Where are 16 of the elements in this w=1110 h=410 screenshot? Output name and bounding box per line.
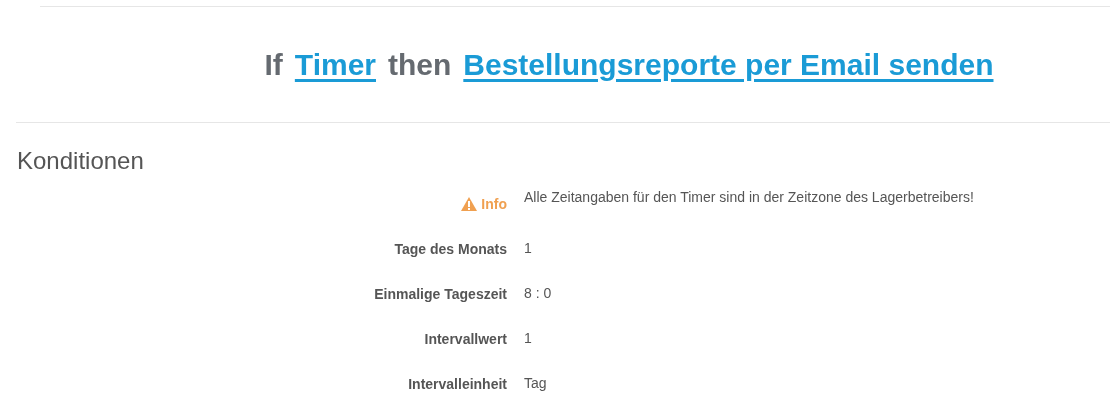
field-value: 8 : 0: [524, 285, 553, 303]
info-message: Alle Zeitangaben für den Timer sind in der Zeitzone des Lagerbetreibers!: [524, 189, 975, 207]
field-label: Intervalleinheit: [408, 375, 507, 393]
heading-link[interactable]: Timer: [294, 47, 376, 82]
field-value: 1: [524, 330, 533, 348]
heading-text: If: [264, 47, 283, 82]
field-label: Tage des Monats: [394, 240, 507, 258]
field-value: Tag: [524, 375, 548, 393]
field-label: Intervallwert: [424, 330, 507, 348]
section-title: Konditionen: [17, 147, 145, 175]
heading-text: then: [388, 47, 452, 82]
warning-icon: [461, 197, 478, 211]
heading-link[interactable]: Bestellungsreporte per Email senden: [463, 47, 994, 82]
field-value: 1: [524, 240, 533, 258]
field-label: Einmalige Tageszeit: [374, 285, 507, 303]
info-label: Info: [481, 196, 507, 212]
